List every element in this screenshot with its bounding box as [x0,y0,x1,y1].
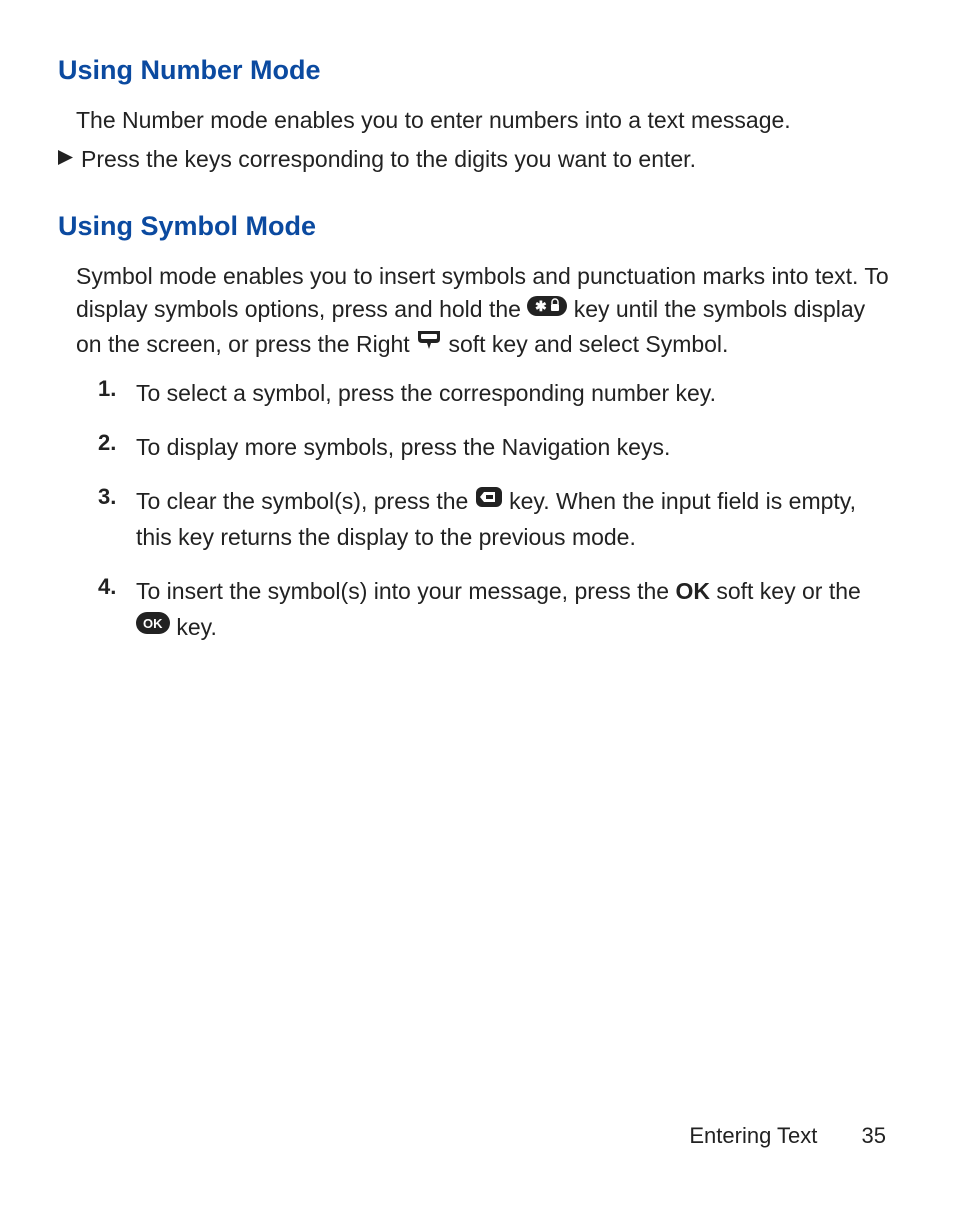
list-item: 4. To insert the symbol(s) into your mes… [98,574,896,646]
page-footer: Entering Text 35 [689,1123,886,1149]
intro-text-3: soft key and select Symbol. [448,331,728,357]
triangle-bullet-icon [58,150,73,170]
list-item: 2. To display more symbols, press the Na… [98,430,896,466]
bullet-text: Press the keys corresponding to the digi… [81,143,696,176]
svg-text:✱: ✱ [535,298,547,314]
list-body: To insert the symbol(s) into your messag… [136,574,896,646]
list-number: 1. [98,376,136,412]
number-mode-intro: The Number mode enables you to enter num… [76,104,896,137]
list-number: 3. [98,484,136,556]
step4-pre: To insert the symbol(s) into your messag… [136,578,675,604]
list-body: To display more symbols, press the Navig… [136,430,670,466]
page-number: 35 [862,1123,886,1148]
star-lock-key-icon: ✱ [527,292,567,325]
list-body: To clear the symbol(s), press the key. W… [136,484,896,556]
bullet-item: Press the keys corresponding to the digi… [58,143,896,176]
svg-text:OK: OK [143,616,163,631]
list-number: 2. [98,430,136,466]
footer-section: Entering Text [689,1123,817,1148]
ok-label: OK [675,578,710,604]
list-body: To select a symbol, press the correspond… [136,376,716,412]
list-item: 3. To clear the symbol(s), press the key… [98,484,896,556]
step4-post: key. [176,614,216,640]
heading-number-mode: Using Number Mode [58,55,896,86]
heading-symbol-mode: Using Symbol Mode [58,211,896,242]
list-item: 1. To select a symbol, press the corresp… [98,376,896,412]
soft-key-icon [416,327,442,360]
ordered-list: 1. To select a symbol, press the corresp… [58,376,896,646]
clear-key-icon [475,483,503,519]
step3-pre: To clear the symbol(s), press the [136,488,475,514]
list-number: 4. [98,574,136,646]
ok-key-icon: OK [136,609,170,645]
page: Using Number Mode The Number mode enable… [0,0,954,1209]
step4-mid: soft key or the [716,578,860,604]
symbol-mode-intro: Symbol mode enables you to insert symbol… [76,260,896,363]
